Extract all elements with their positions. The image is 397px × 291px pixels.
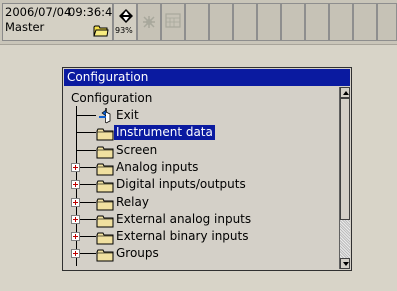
scroll-up-arrow-icon[interactable] [340, 87, 350, 98]
status-cell [257, 3, 281, 41]
folder-icon [96, 213, 114, 228]
vertical-scrollbar[interactable] [339, 87, 350, 269]
tree-line [76, 149, 96, 151]
datetime-panel: 2006/07/04 09:36:48 Master [2, 3, 120, 41]
expand-plus-icon[interactable] [71, 214, 80, 224]
recorder-screen: 2006/07/04 09:36:48 Master 93% Configura… [0, 0, 397, 291]
user-text: Master [5, 20, 45, 34]
tree-item[interactable]: Analog inputs [64, 159, 338, 176]
status-cell [377, 3, 397, 41]
tree-item-label: Instrument data [114, 125, 215, 141]
window-title: Configuration [64, 69, 350, 86]
tree-item[interactable]: Groups [64, 245, 338, 262]
expand-plus-icon[interactable] [71, 249, 80, 259]
expand-plus-icon[interactable] [71, 180, 80, 190]
tree-line [76, 132, 96, 134]
folder-icon [96, 196, 114, 210]
folder-icon [96, 144, 114, 159]
folder-icon [96, 178, 114, 193]
status-cell [185, 3, 209, 41]
folder-icon [96, 230, 114, 245]
alarm-cell[interactable] [137, 3, 161, 41]
tree-line [76, 115, 96, 116]
status-cell [353, 3, 377, 41]
tree-item[interactable]: Exit [64, 107, 338, 124]
memory-percent: 93% [115, 26, 133, 35]
configuration-window: Configuration Configuration Exit Instrume… [62, 67, 352, 271]
navigation-diamond-icon [119, 9, 133, 23]
date-text: 2006/07/04 [5, 5, 72, 19]
tree-item-label: Groups [116, 246, 159, 261]
memory-status-cell[interactable]: 93% [113, 3, 137, 41]
status-cell [281, 3, 305, 41]
tree-item[interactable]: External binary inputs [64, 228, 338, 245]
config-tree: Configuration Exit Instrument data Screen A… [64, 87, 338, 269]
folder-icon [96, 247, 114, 262]
status-cell [305, 3, 329, 41]
scroll-thumb[interactable] [340, 98, 350, 220]
exit-icon [97, 107, 113, 124]
tree-root-label[interactable]: Configuration [71, 91, 152, 106]
folder-icon [96, 161, 114, 176]
calendar-cell[interactable] [161, 3, 185, 41]
scroll-down-arrow-icon[interactable] [340, 258, 350, 269]
expand-plus-icon[interactable] [71, 232, 80, 242]
tree-item-label: Exit [116, 108, 139, 122]
folder-icon [93, 25, 109, 37]
tree-item[interactable]: Relay [64, 194, 338, 211]
tree-item[interactable]: Screen [64, 142, 338, 159]
status-cell [233, 3, 257, 41]
tree-item[interactable]: Digital inputs/outputs [64, 176, 338, 193]
tree-item-label: Analog inputs [116, 159, 199, 174]
status-cell [209, 3, 233, 41]
folder-icon [96, 126, 114, 141]
tree-item-label: Digital inputs/outputs [116, 177, 246, 192]
status-cell [329, 3, 353, 41]
status-bar: 2006/07/04 09:36:48 Master 93% [0, 0, 397, 44]
calendar-icon [165, 13, 181, 28]
tree-item[interactable]: External analog inputs [64, 211, 338, 228]
expand-plus-icon[interactable] [71, 162, 80, 172]
expand-plus-icon[interactable] [71, 197, 80, 207]
time-text: 09:36:48 [68, 5, 120, 19]
tree-item[interactable]: Instrument data [64, 124, 338, 141]
alarm-icon [143, 16, 155, 28]
tree-item-label: External binary inputs [116, 229, 249, 244]
tree-item-label: Relay [116, 194, 149, 209]
tree-item-label: External analog inputs [116, 211, 252, 226]
tree-item-label: Screen [116, 142, 158, 157]
